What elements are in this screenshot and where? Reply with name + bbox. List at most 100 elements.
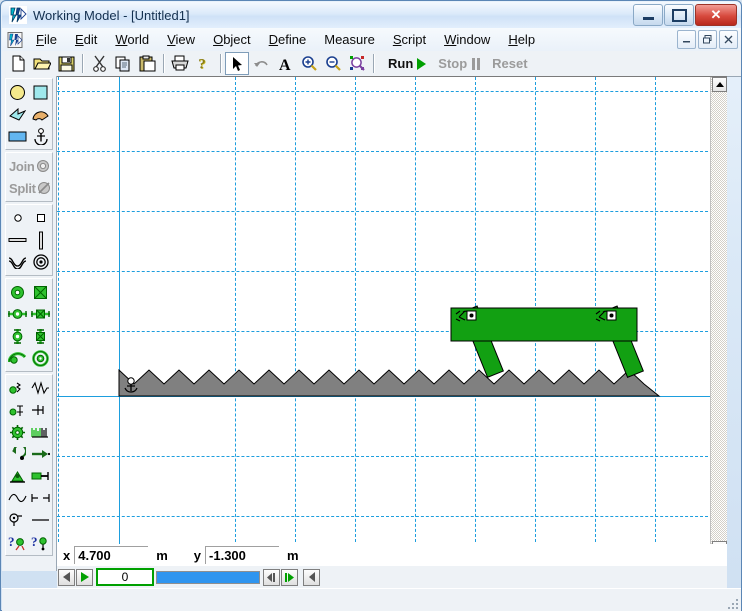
menu-file[interactable]: FFileile [27, 30, 66, 49]
mdi-restore-button[interactable] [698, 30, 717, 49]
model-canvas[interactable] [57, 77, 713, 547]
rod-icon[interactable] [7, 229, 29, 251]
tape-frame-field[interactable]: 0 [96, 568, 154, 586]
motor-icon[interactable] [7, 421, 29, 443]
menu-view[interactable]: View [158, 30, 204, 49]
rotational-meter-icon[interactable] [7, 509, 29, 531]
zoom-in-icon[interactable] [297, 52, 321, 75]
palette-group-shapes [5, 78, 53, 150]
menu-window[interactable]: Window [435, 30, 499, 49]
palette-group-join-split: Join Split [5, 152, 53, 202]
menu-script[interactable]: Script [384, 30, 435, 49]
keyed-slot-joint-icon[interactable] [7, 325, 29, 347]
curve-icon[interactable] [7, 487, 29, 509]
window-maximize-button[interactable] [664, 4, 694, 26]
copy-icon[interactable] [111, 52, 135, 75]
canvas-vertical-scrollbar[interactable] [710, 77, 727, 556]
svg-text:?: ? [8, 534, 15, 549]
pin-joint-icon[interactable] [7, 281, 29, 303]
damper-icon[interactable] [30, 377, 52, 399]
paste-icon[interactable] [135, 52, 159, 75]
actuator-icon[interactable] [7, 465, 29, 487]
scroll-up-icon [715, 82, 724, 87]
mdi-minimize-button[interactable] [677, 30, 696, 49]
menu-help[interactable]: Help [499, 30, 544, 49]
square-keyed-joint-icon[interactable] [30, 325, 52, 347]
mdi-close-button[interactable] [719, 30, 738, 49]
collapse-left-icon [308, 572, 315, 582]
palette-group-constraints [5, 204, 53, 276]
cut-icon[interactable] [87, 52, 111, 75]
force-icon[interactable] [7, 443, 29, 465]
control-query-icon[interactable]: ? [30, 531, 52, 553]
run-button[interactable]: Run [388, 56, 413, 71]
stop-button[interactable]: Stop [438, 56, 467, 71]
menu-world[interactable]: World [106, 30, 158, 49]
anchor-icon[interactable] [30, 125, 52, 147]
curved-slot-joint-icon[interactable] [7, 347, 29, 369]
open-icon[interactable] [30, 52, 54, 75]
help-icon[interactable]: ? ? [192, 52, 216, 75]
spring-icon[interactable] [7, 377, 29, 399]
square-body-icon[interactable] [30, 81, 52, 103]
mdi-document-icon[interactable] [7, 31, 24, 48]
working-model-logo-icon [9, 6, 27, 24]
torque-icon[interactable] [30, 443, 52, 465]
rectangle-body-icon[interactable] [7, 125, 29, 147]
join-button[interactable]: Join [9, 155, 35, 177]
tape-step-back-button[interactable] [58, 568, 75, 586]
frame-back-icon [267, 572, 275, 582]
point-element-icon[interactable] [7, 207, 29, 229]
separator-icon[interactable] [30, 229, 52, 251]
scroll-up-button[interactable] [712, 77, 727, 92]
y-coordinate-unit: m [287, 547, 299, 563]
split-button[interactable]: Split [9, 177, 36, 199]
palette-group-joints [5, 278, 53, 372]
text-icon[interactable]: A [273, 52, 297, 75]
window-minimize-button[interactable] [633, 4, 663, 26]
meter-query-icon[interactable]: ? [7, 531, 29, 553]
line-icon[interactable] [30, 509, 52, 531]
tape-progress-track[interactable] [156, 570, 260, 584]
x-coordinate-unit: m [156, 547, 168, 563]
zoom-out-icon[interactable] [321, 52, 345, 75]
spring-damper-icon[interactable] [7, 399, 29, 421]
save-icon[interactable] [54, 52, 78, 75]
rigid-slot-joint-icon[interactable] [30, 303, 52, 325]
main-toolbar: ? ? A Run Stop Reset [2, 51, 741, 77]
square-point-element-icon[interactable] [30, 207, 52, 229]
circle-body-icon[interactable] [7, 81, 29, 103]
rigid-joint-icon[interactable] [30, 281, 52, 303]
polygon-body-icon[interactable] [7, 103, 29, 125]
menu-define[interactable]: Define [260, 30, 316, 49]
step-back-icon [63, 572, 70, 582]
new-icon[interactable] [6, 52, 30, 75]
rope-icon[interactable] [7, 251, 29, 273]
x-coordinate-label: x [63, 547, 71, 563]
print-icon[interactable] [168, 52, 192, 75]
gap-icon[interactable] [30, 487, 52, 509]
rotate-icon[interactable] [249, 52, 273, 75]
window-close-button[interactable]: ✕ [695, 4, 737, 26]
tape-collapse-button[interactable] [303, 568, 320, 586]
menu-measure[interactable]: Measure [315, 30, 384, 49]
window-controls: ✕ [633, 4, 737, 26]
pulley-icon[interactable] [30, 251, 52, 273]
tape-frame-back-button[interactable] [263, 568, 280, 586]
y-coordinate-value[interactable]: -1.300 [205, 546, 280, 564]
rotational-spring-icon[interactable] [30, 399, 52, 421]
arrow-select-icon[interactable] [225, 52, 249, 75]
linear-actuator-icon[interactable] [30, 465, 52, 487]
curved-slot-body-icon[interactable] [30, 103, 52, 125]
resize-grip[interactable] [726, 597, 738, 609]
zoom-window-icon[interactable] [345, 52, 369, 75]
menu-edit[interactable]: Edit [66, 30, 106, 49]
reset-button[interactable]: Reset [492, 56, 527, 71]
x-coordinate-value[interactable]: 4.700 [74, 546, 149, 564]
rotational-damper-icon[interactable] [30, 421, 52, 443]
tape-play-button[interactable] [76, 568, 93, 586]
tape-frame-forward-button[interactable] [281, 568, 298, 586]
pin-slot-joint-icon[interactable] [7, 303, 29, 325]
menu-object[interactable]: Object [204, 30, 260, 49]
circular-slot-joint-icon[interactable] [30, 347, 52, 369]
